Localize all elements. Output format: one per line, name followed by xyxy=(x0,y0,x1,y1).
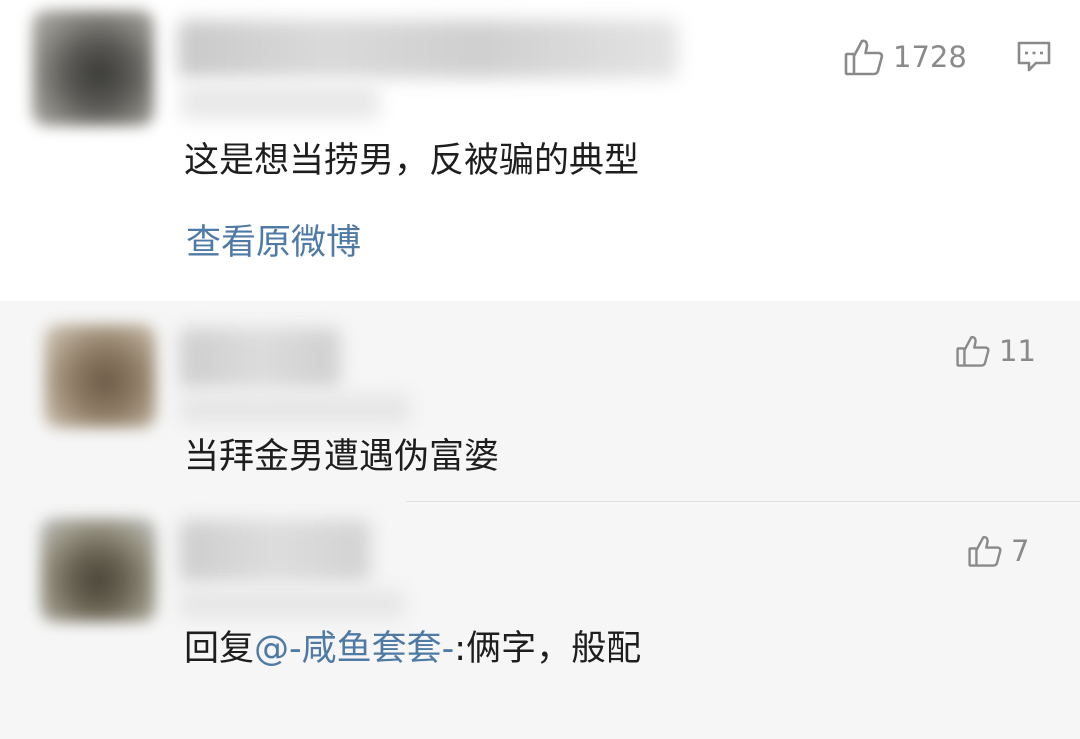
thumbs-up-icon xyxy=(956,335,990,367)
reply-prefix: 回复 xyxy=(184,629,255,669)
reply-text: 回复@-咸鱼套套-:俩字，般配 xyxy=(184,628,641,670)
username-blurred[interactable] xyxy=(180,328,340,388)
main-comment: 1728 这是想当捞男，反被骗的典型 查看原微博 xyxy=(0,0,1080,301)
divider xyxy=(406,501,1080,502)
user-meta-blurred xyxy=(180,590,405,618)
avatar[interactable] xyxy=(44,324,156,428)
like-count: 7 xyxy=(1011,533,1030,568)
avatar[interactable] xyxy=(32,10,154,126)
like-button[interactable]: 1728 xyxy=(843,36,967,78)
like-button[interactable]: 7 xyxy=(967,533,1029,569)
mention-link[interactable]: @-咸鱼套套- xyxy=(254,629,454,669)
view-original-post-link[interactable]: 查看原微博 xyxy=(186,222,361,264)
reply-list xyxy=(0,301,1080,739)
user-meta-blurred xyxy=(180,84,380,120)
like-count: 11 xyxy=(999,333,1036,368)
reply-body: :俩字，般配 xyxy=(454,629,642,669)
user-meta-blurred xyxy=(180,394,410,424)
username-blurred[interactable] xyxy=(180,520,370,582)
avatar[interactable] xyxy=(40,518,156,622)
thumbs-up-icon xyxy=(844,39,884,76)
comment-button[interactable] xyxy=(1016,40,1052,78)
username-blurred[interactable] xyxy=(178,20,678,78)
thumbs-up-icon xyxy=(968,535,1002,567)
like-count: 1728 xyxy=(893,39,967,74)
reply-text: 当拜金男遭遇伪富婆 xyxy=(184,437,500,477)
comment-bubble-icon xyxy=(1017,41,1051,72)
comment-text: 这是想当捞男，反被骗的典型 xyxy=(184,141,640,181)
like-button[interactable]: 11 xyxy=(955,333,1036,369)
